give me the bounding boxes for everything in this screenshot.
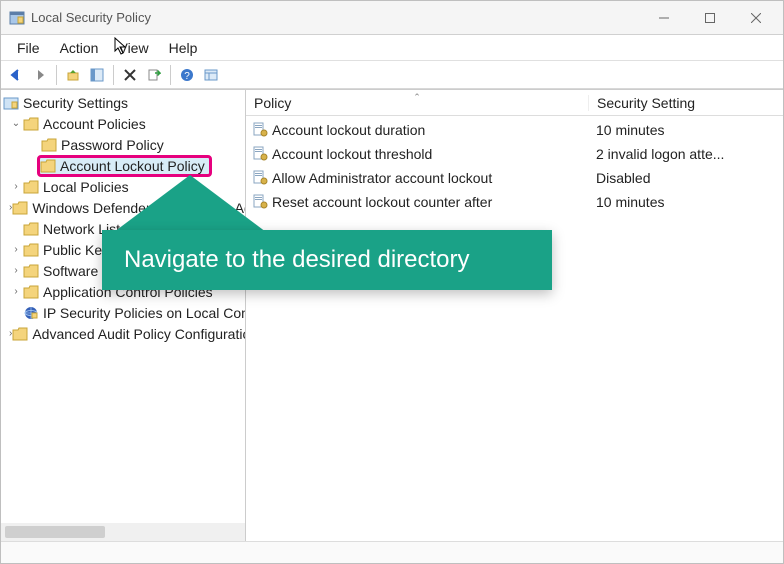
- policy-name: Allow Administrator account lockout: [272, 170, 492, 186]
- tree-label: Account Policies: [43, 116, 146, 132]
- folder-icon: [23, 117, 39, 131]
- scroll-thumb[interactable]: [5, 526, 105, 538]
- export-button[interactable]: [143, 64, 165, 86]
- back-button[interactable]: [5, 64, 27, 86]
- forward-button[interactable]: [29, 64, 51, 86]
- policy-value: 10 minutes: [588, 194, 783, 210]
- tree-label: Account Lockout Policy: [60, 158, 205, 174]
- selected-tree-item: Account Lockout Policy: [37, 155, 212, 177]
- policy-row[interactable]: Account lockout duration 10 minutes: [246, 118, 783, 142]
- policy-icon: [252, 146, 268, 162]
- tree-ip-security[interactable]: IP Security Policies on Local Computer: [1, 302, 245, 323]
- policy-value: Disabled: [588, 170, 783, 186]
- tree-label: IP Security Policies on Local Computer: [43, 305, 246, 321]
- minimize-button[interactable]: [641, 2, 687, 34]
- menu-action[interactable]: Action: [50, 38, 109, 58]
- app-icon: [9, 10, 25, 26]
- column-header-setting[interactable]: Security Setting: [588, 95, 783, 111]
- column-label: Policy: [254, 95, 291, 111]
- folder-icon: [23, 243, 39, 257]
- show-hide-tree-button[interactable]: [86, 64, 108, 86]
- policy-value: 10 minutes: [588, 122, 783, 138]
- toolbar-separator: [56, 65, 57, 85]
- policy-name: Reset account lockout counter after: [272, 194, 492, 210]
- sort-indicator-icon: ⌃: [413, 92, 421, 103]
- tree-account-policies[interactable]: ⌄ Account Policies: [1, 113, 245, 134]
- close-button[interactable]: [733, 2, 779, 34]
- toolbar-separator: [113, 65, 114, 85]
- titlebar: Local Security Policy: [1, 1, 783, 35]
- menu-help[interactable]: Help: [159, 38, 208, 58]
- window-title: Local Security Policy: [31, 10, 151, 25]
- tree-root[interactable]: Security Settings: [1, 92, 245, 113]
- statusbar: [1, 541, 783, 563]
- chevron-right-icon[interactable]: ›: [9, 265, 23, 276]
- menubar: File Action View Help: [1, 35, 783, 61]
- chevron-right-icon[interactable]: ›: [9, 286, 23, 297]
- policy-name: Account lockout threshold: [272, 146, 432, 162]
- annotation-callout: Navigate to the desired directory: [102, 230, 552, 290]
- app-window: Local Security Policy File Action View H…: [0, 0, 784, 564]
- column-headers: Policy ⌃ Security Setting: [246, 90, 783, 116]
- folder-icon: [23, 264, 39, 278]
- up-button[interactable]: [62, 64, 84, 86]
- chevron-down-icon[interactable]: ⌄: [9, 118, 23, 129]
- policy-value: 2 invalid logon atte...: [588, 146, 783, 162]
- policy-name: Account lockout duration: [272, 122, 425, 138]
- folder-icon: [23, 180, 39, 194]
- policy-row[interactable]: Account lockout threshold 2 invalid logo…: [246, 142, 783, 166]
- menu-file[interactable]: File: [7, 38, 50, 58]
- folder-icon: [41, 138, 57, 152]
- policy-rows: Account lockout duration 10 minutes Acco…: [246, 116, 783, 541]
- tree-advanced-audit[interactable]: › Advanced Audit Policy Configuration: [1, 323, 245, 344]
- policy-row[interactable]: Reset account lockout counter after 10 m…: [246, 190, 783, 214]
- policy-row[interactable]: Allow Administrator account lockout Disa…: [246, 166, 783, 190]
- tree-label: Advanced Audit Policy Configuration: [32, 326, 246, 342]
- properties-button[interactable]: [200, 64, 222, 86]
- menu-view[interactable]: View: [108, 38, 158, 58]
- maximize-button[interactable]: [687, 2, 733, 34]
- window-controls: [641, 2, 779, 34]
- ipsec-icon: [23, 306, 39, 320]
- content-area: Security Settings ⌄ Account Policies Pas…: [1, 89, 783, 541]
- folder-icon: [40, 159, 56, 173]
- chevron-right-icon[interactable]: ›: [9, 181, 23, 192]
- folder-icon: [12, 327, 28, 341]
- tree-horizontal-scrollbar[interactable]: [1, 523, 245, 541]
- chevron-right-icon[interactable]: ›: [9, 244, 23, 255]
- policy-icon: [252, 122, 268, 138]
- toolbar: ?: [1, 61, 783, 89]
- tree-label: Password Policy: [61, 137, 164, 153]
- toolbar-separator: [170, 65, 171, 85]
- column-label: Security Setting: [597, 95, 695, 111]
- folder-icon: [12, 201, 28, 215]
- tree-password-policy[interactable]: Password Policy: [1, 134, 245, 155]
- column-header-policy[interactable]: Policy ⌃: [246, 95, 588, 111]
- help-button[interactable]: ?: [176, 64, 198, 86]
- tree-pane: Security Settings ⌄ Account Policies Pas…: [1, 90, 246, 541]
- tree-label: Security Settings: [23, 95, 128, 111]
- tree-account-lockout-policy[interactable]: Account Lockout Policy: [1, 155, 245, 176]
- security-settings-icon: [3, 96, 19, 110]
- svg-text:?: ?: [184, 71, 190, 82]
- callout-text: Navigate to the desired directory: [124, 246, 470, 273]
- list-pane: Policy ⌃ Security Setting Account lockou…: [246, 90, 783, 541]
- delete-button[interactable]: [119, 64, 141, 86]
- folder-icon: [23, 222, 39, 236]
- folder-icon: [23, 285, 39, 299]
